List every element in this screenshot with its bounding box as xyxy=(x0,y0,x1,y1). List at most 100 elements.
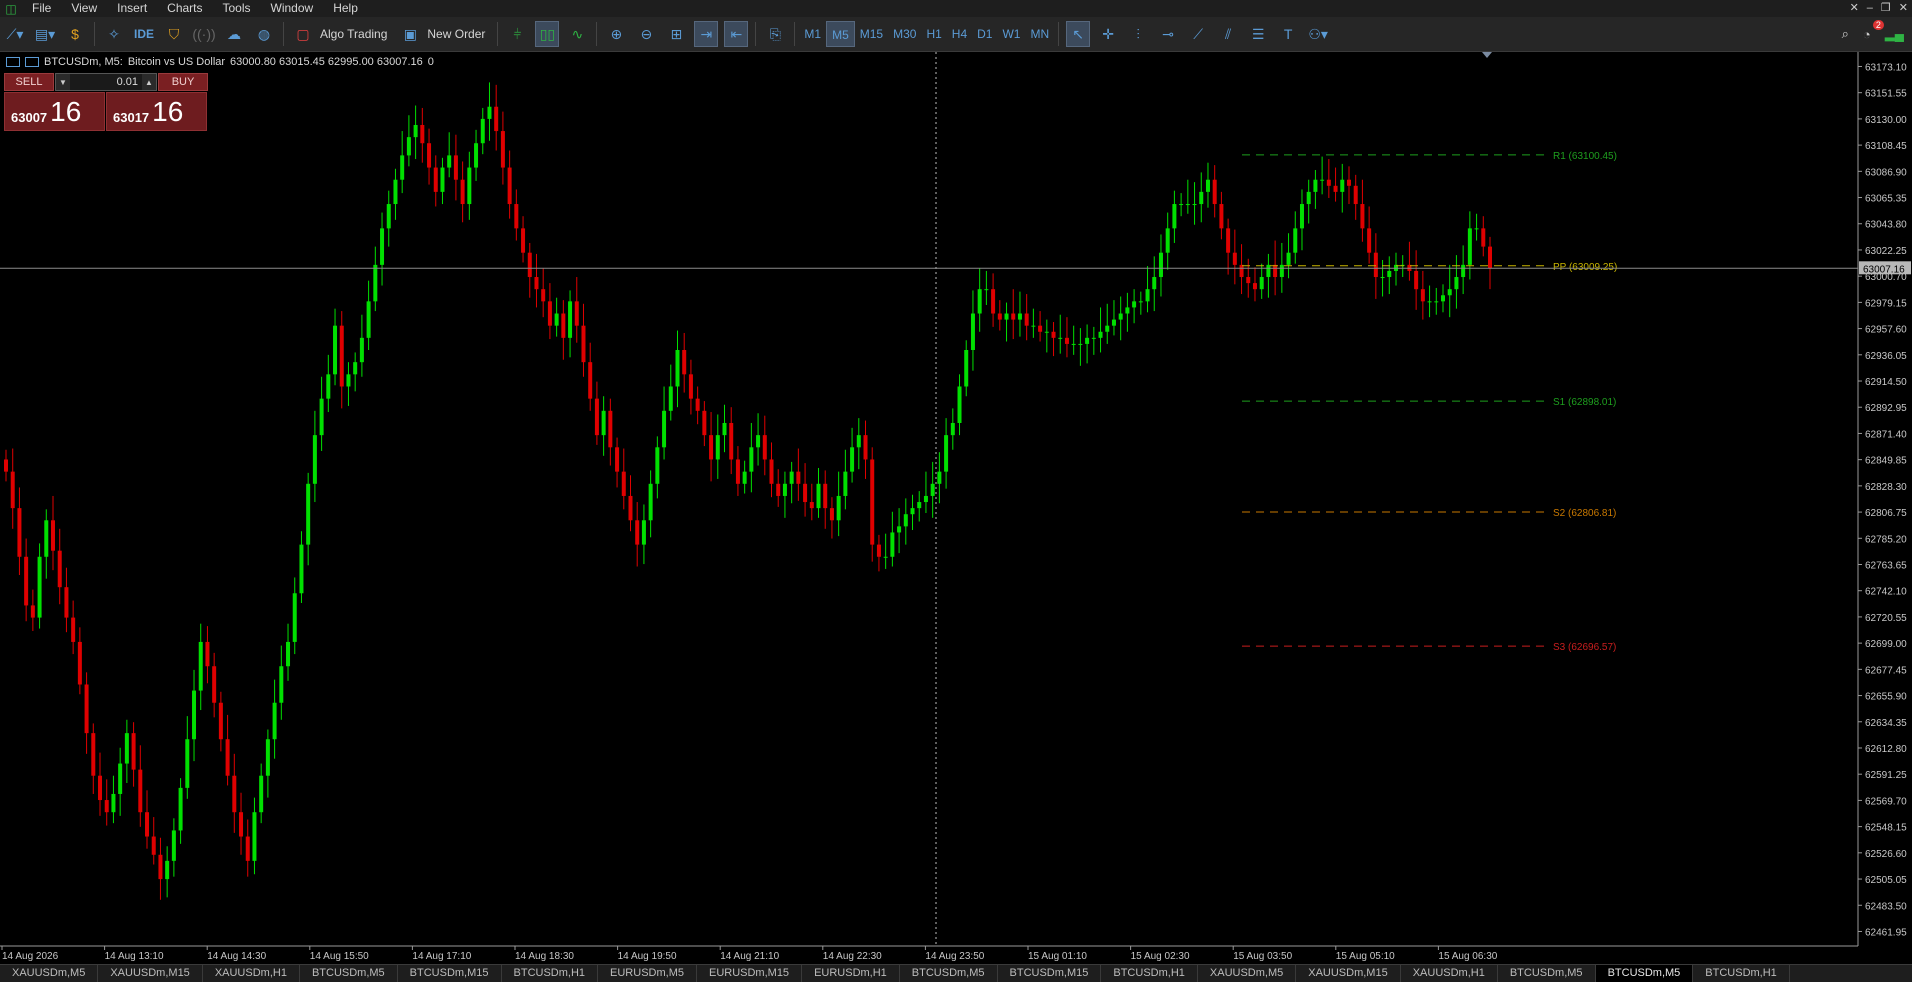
candle-body xyxy=(950,422,955,436)
shopping-bag-icon[interactable]: ⛉ xyxy=(162,21,186,47)
candle-body xyxy=(1427,301,1432,303)
navigator-icon[interactable]: ✧ xyxy=(102,21,126,47)
new-order-button[interactable]: New Order xyxy=(427,27,485,41)
chart-tab[interactable]: EURUSDm,H1 xyxy=(802,965,900,982)
zoom-in-icon[interactable]: ⊕ xyxy=(604,21,628,47)
timeframe-d1[interactable]: D1 xyxy=(972,21,997,47)
screenshot-icon[interactable]: ⎘ xyxy=(763,21,787,47)
lot-size-value[interactable]: 0.01 xyxy=(70,76,142,88)
chart-window-icon[interactable] xyxy=(25,57,39,67)
chart-tab[interactable]: XAUUSDm,M5 xyxy=(1198,965,1297,982)
timeframe-h4[interactable]: H4 xyxy=(947,21,972,47)
sell-button[interactable]: SELL xyxy=(4,73,54,91)
cloud-icon[interactable]: ☁ xyxy=(222,21,246,47)
candle-body xyxy=(1252,283,1257,290)
signal-strength-icon[interactable]: ▂▄ xyxy=(1885,26,1904,42)
timeframe-m5[interactable]: M5 xyxy=(826,21,855,47)
candle-body xyxy=(1152,277,1157,290)
minimize-icon[interactable]: – xyxy=(1867,0,1873,17)
buy-price-button[interactable]: 63017 16 xyxy=(106,92,207,131)
chart-volume: 0 xyxy=(427,56,434,68)
market-icon[interactable]: $ xyxy=(63,21,87,47)
candle-body xyxy=(769,459,774,484)
signal-icon[interactable]: ((·)) xyxy=(192,21,216,47)
chart-tab[interactable]: BTCUSDm,H1 xyxy=(1101,965,1198,982)
buy-button[interactable]: BUY xyxy=(158,73,208,91)
menu-tools[interactable]: Tools xyxy=(213,0,261,17)
chart-tab[interactable]: EURUSDm,M15 xyxy=(697,965,803,982)
chart-tab[interactable]: BTCUSDm,M5 xyxy=(1498,965,1596,982)
vps-icon[interactable]: ◍ xyxy=(252,21,276,47)
menu-view[interactable]: View xyxy=(61,0,107,17)
timeframe-h1[interactable]: H1 xyxy=(921,21,946,47)
new-order-icon[interactable]: ▣ xyxy=(398,21,422,47)
vertical-line-icon[interactable]: ⫶ xyxy=(1126,21,1150,47)
chart-tab[interactable]: XAUUSDm,M15 xyxy=(1296,965,1401,982)
candle-body xyxy=(232,775,237,813)
chart-type-line-icon[interactable]: ⟋▾ xyxy=(3,21,27,47)
restore-icon[interactable]: ❐ xyxy=(1881,0,1891,17)
timeframe-m30[interactable]: M30 xyxy=(888,21,921,47)
chart-tab[interactable]: XAUUSDm,H1 xyxy=(203,965,300,982)
tile-windows-icon[interactable]: ⊞ xyxy=(664,21,688,47)
line-chart-icon[interactable]: ∿ xyxy=(565,21,589,47)
chart-area[interactable]: 63173.10 63151.55 63130.00 63108.45 63086.90… xyxy=(0,52,1912,964)
timeframe-w1[interactable]: W1 xyxy=(997,21,1025,47)
chart-tab[interactable]: BTCUSDm,M5 xyxy=(900,965,998,982)
pin-icon[interactable]: ✕ xyxy=(1850,0,1859,17)
timeframe-mn[interactable]: MN xyxy=(1025,21,1054,47)
sell-price-button[interactable]: 63007 16 xyxy=(4,92,105,131)
crosshair-icon[interactable]: ✛ xyxy=(1096,21,1120,47)
menu-help[interactable]: Help xyxy=(323,0,368,17)
horizontal-line-icon[interactable]: ⊸ xyxy=(1156,21,1180,47)
shapes-icon[interactable]: ⚇▾ xyxy=(1306,21,1330,47)
fibonacci-icon[interactable]: ☰ xyxy=(1246,21,1270,47)
candlestick-chart[interactable]: 63173.10 63151.55 63130.00 63108.45 63086.90… xyxy=(0,52,1912,964)
chart-tab[interactable]: BTCUSDm,M15 xyxy=(398,965,502,982)
chart-menu-icon[interactable] xyxy=(6,57,20,67)
text-icon[interactable]: T xyxy=(1276,21,1300,47)
menu-insert[interactable]: Insert xyxy=(107,0,157,17)
candle-body xyxy=(1273,264,1278,278)
auto-scroll-icon[interactable]: ⇥ xyxy=(694,21,719,47)
ide-button[interactable]: IDE xyxy=(132,21,156,47)
pivot-label: R1 (63100.45) xyxy=(1553,151,1617,162)
lot-size-input[interactable]: ▼ 0.01 ▲ xyxy=(55,73,157,91)
chart-tab[interactable]: BTCUSDm,M5 xyxy=(300,965,398,982)
chart-tab[interactable]: BTCUSDm,M5 xyxy=(1595,965,1694,982)
algo-trading-icon[interactable]: ▢ xyxy=(291,21,315,47)
chart-tab[interactable]: XAUUSDm,H1 xyxy=(1401,965,1498,982)
chart-shift-icon[interactable]: ⇤ xyxy=(724,21,749,47)
price-tick-label: 62569.70 xyxy=(1865,796,1907,807)
chevron-down-icon[interactable]: ▼ xyxy=(56,74,70,90)
timeframe-m1[interactable]: M1 xyxy=(799,21,826,47)
chart-tab[interactable]: BTCUSDm,M15 xyxy=(998,965,1102,982)
algo-trading-button[interactable]: Algo Trading xyxy=(320,27,387,41)
chart-template-icon[interactable]: ▤▾ xyxy=(33,21,57,47)
candle-body xyxy=(1239,264,1244,278)
menu-charts[interactable]: Charts xyxy=(157,0,212,17)
menu-window[interactable]: Window xyxy=(261,0,324,17)
price-tick-label: 62936.05 xyxy=(1865,351,1907,362)
notifications-icon[interactable]: ◔ 2 xyxy=(1863,19,1884,42)
candlestick-chart-icon[interactable]: ▯▯ xyxy=(535,21,560,47)
close-icon[interactable]: ✕ xyxy=(1899,0,1908,17)
candle-body xyxy=(655,447,660,484)
chart-tab[interactable]: XAUUSDm,M15 xyxy=(98,965,203,982)
chart-tab[interactable]: BTCUSDm,H1 xyxy=(1693,965,1790,982)
chart-tab[interactable]: EURUSDm,M5 xyxy=(598,965,697,982)
chevron-up-icon[interactable]: ▲ xyxy=(142,74,156,90)
candle-body xyxy=(487,106,492,119)
chart-tab[interactable]: XAUUSDm,M5 xyxy=(0,965,99,982)
zoom-out-icon[interactable]: ⊖ xyxy=(634,21,658,47)
chart-tab[interactable]: BTCUSDm,H1 xyxy=(502,965,599,982)
menu-file[interactable]: File xyxy=(22,0,61,17)
time-tick-label: 14 Aug 21:10 xyxy=(720,951,779,962)
candle-body xyxy=(1105,325,1110,332)
timeframe-m15[interactable]: M15 xyxy=(855,21,888,47)
channel-icon[interactable]: ⫽ xyxy=(1216,21,1240,47)
trendline-icon[interactable]: ⟋ xyxy=(1186,21,1210,47)
bar-chart-icon[interactable]: ⫩ xyxy=(505,21,529,47)
search-icon[interactable]: ⌕ xyxy=(1842,26,1849,42)
cursor-icon[interactable]: ↖ xyxy=(1066,21,1091,47)
